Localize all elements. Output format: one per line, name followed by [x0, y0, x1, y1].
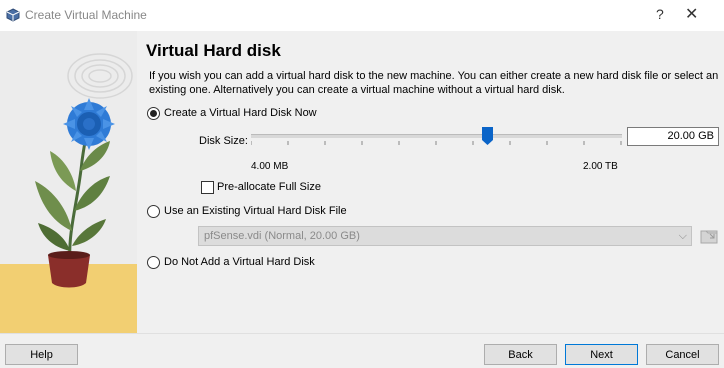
- preallocate-label[interactable]: Pre-allocate Full Size: [217, 181, 321, 193]
- help-button[interactable]: Help: [5, 344, 78, 365]
- back-button[interactable]: Back: [484, 344, 557, 365]
- button-bar: Help Back Next Cancel: [0, 333, 724, 368]
- close-button[interactable]: ✕: [685, 4, 698, 24]
- wizard-illustration: [0, 31, 137, 333]
- main-panel: Virtual Hard disk If you wish you can ad…: [137, 31, 724, 333]
- page-description: If you wish you can add a virtual hard d…: [149, 70, 719, 96]
- slider-ticks: [251, 141, 622, 145]
- do-not-add-label[interactable]: Do Not Add a Virtual Hard Disk: [164, 256, 315, 268]
- disk-size-input[interactable]: [627, 127, 719, 146]
- create-now-radio[interactable]: [147, 107, 160, 120]
- slider-min-label: 4.00 MB: [251, 161, 289, 172]
- help-title-button[interactable]: ?: [656, 6, 664, 22]
- window-title: Create Virtual Machine: [25, 8, 147, 22]
- page-title: Virtual Hard disk: [146, 41, 281, 60]
- create-now-label[interactable]: Create a Virtual Hard Disk Now: [164, 107, 317, 119]
- existing-disk-select[interactable]: pfSense.vdi (Normal, 20.00 GB) ⌵: [198, 226, 692, 246]
- flower-illustration: [0, 31, 137, 333]
- disk-size-label: Disk Size:: [199, 135, 248, 147]
- next-button[interactable]: Next: [565, 344, 638, 365]
- title-bar: Create Virtual Machine ? ✕: [0, 0, 724, 31]
- cancel-button[interactable]: Cancel: [646, 344, 719, 365]
- slider-handle[interactable]: [482, 127, 493, 145]
- use-existing-label[interactable]: Use an Existing Virtual Hard Disk File: [164, 205, 347, 217]
- preallocate-checkbox[interactable]: [201, 181, 214, 194]
- use-existing-radio[interactable]: [147, 205, 160, 218]
- do-not-add-radio[interactable]: [147, 256, 160, 269]
- chevron-down-icon: ⌵: [678, 230, 687, 242]
- slider-max-label: 2.00 TB: [583, 161, 618, 172]
- existing-disk-value: pfSense.vdi (Normal, 20.00 GB): [204, 230, 360, 242]
- virtualbox-icon: [6, 8, 20, 22]
- disk-size-slider[interactable]: [251, 134, 622, 138]
- folder-browse-icon[interactable]: [700, 227, 718, 245]
